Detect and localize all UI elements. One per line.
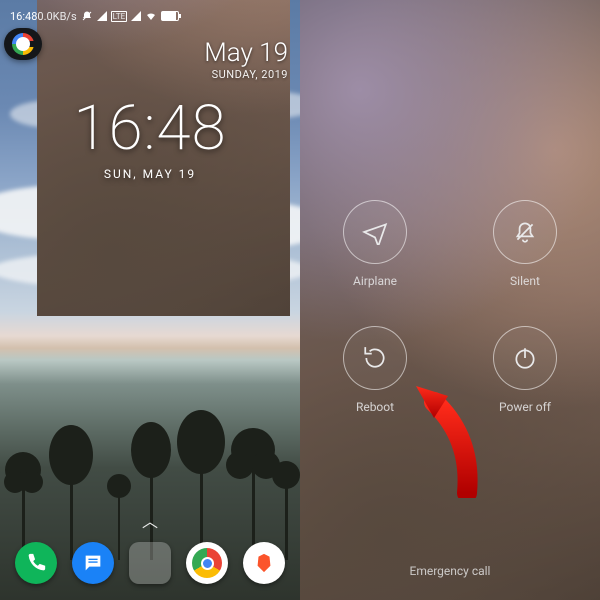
signal-icon — [97, 11, 107, 21]
emergency-call[interactable]: Emergency call — [300, 564, 600, 578]
date-line-1: May 19 — [204, 38, 288, 68]
google-folder[interactable] — [129, 542, 171, 584]
dock — [0, 542, 300, 584]
clock-widget[interactable]: 16:48 SUN, MAY 19 — [0, 92, 300, 181]
phone-icon — [25, 552, 47, 574]
signal-2-icon — [131, 11, 141, 21]
airplane-icon — [343, 200, 407, 264]
brave-icon — [253, 552, 275, 574]
status-net-rate: 0.0KB/s — [37, 10, 76, 23]
tree-silhouettes — [0, 410, 300, 560]
reboot-option[interactable]: Reboot — [343, 326, 407, 414]
poweroff-option[interactable]: Power off — [493, 326, 557, 414]
phone-app[interactable] — [15, 542, 57, 584]
reboot-icon — [343, 326, 407, 390]
dnd-icon — [81, 10, 93, 22]
poweroff-label: Power off — [499, 400, 551, 414]
silent-label: Silent — [510, 274, 540, 288]
messages-app[interactable] — [72, 542, 114, 584]
clock-date: SUN, MAY 19 — [0, 167, 300, 181]
chrome-icon — [192, 548, 222, 578]
brave-app[interactable] — [243, 542, 285, 584]
home-screen: 16:48 0.0KB/s LTE May 19 SUNDAY, 2019 16… — [0, 0, 300, 600]
airplane-label: Airplane — [353, 274, 397, 288]
status-bar: 16:48 0.0KB/s LTE — [0, 6, 300, 26]
power-menu-grid: Airplane Silent Reboot Power off — [300, 200, 600, 414]
chrome-app[interactable] — [186, 542, 228, 584]
status-time: 16:48 — [10, 10, 37, 23]
silent-option[interactable]: Silent — [493, 200, 557, 288]
clock-time: 16:48 — [0, 92, 300, 165]
date-line-2: SUNDAY, 2019 — [204, 68, 288, 81]
silent-icon — [493, 200, 557, 264]
google-search-pill[interactable] — [4, 28, 42, 60]
wifi-icon — [145, 10, 157, 22]
date-widget[interactable]: May 19 SUNDAY, 2019 — [204, 38, 288, 81]
lte-icon: LTE — [111, 11, 128, 22]
reboot-label: Reboot — [356, 400, 394, 414]
power-menu: Airplane Silent Reboot Power off — [300, 0, 600, 600]
google-logo-icon — [12, 33, 34, 55]
power-icon — [493, 326, 557, 390]
airplane-option[interactable]: Airplane — [343, 200, 407, 288]
messages-icon — [82, 552, 104, 574]
battery-icon — [161, 11, 179, 21]
app-drawer-handle[interactable]: ︿ — [142, 508, 158, 532]
